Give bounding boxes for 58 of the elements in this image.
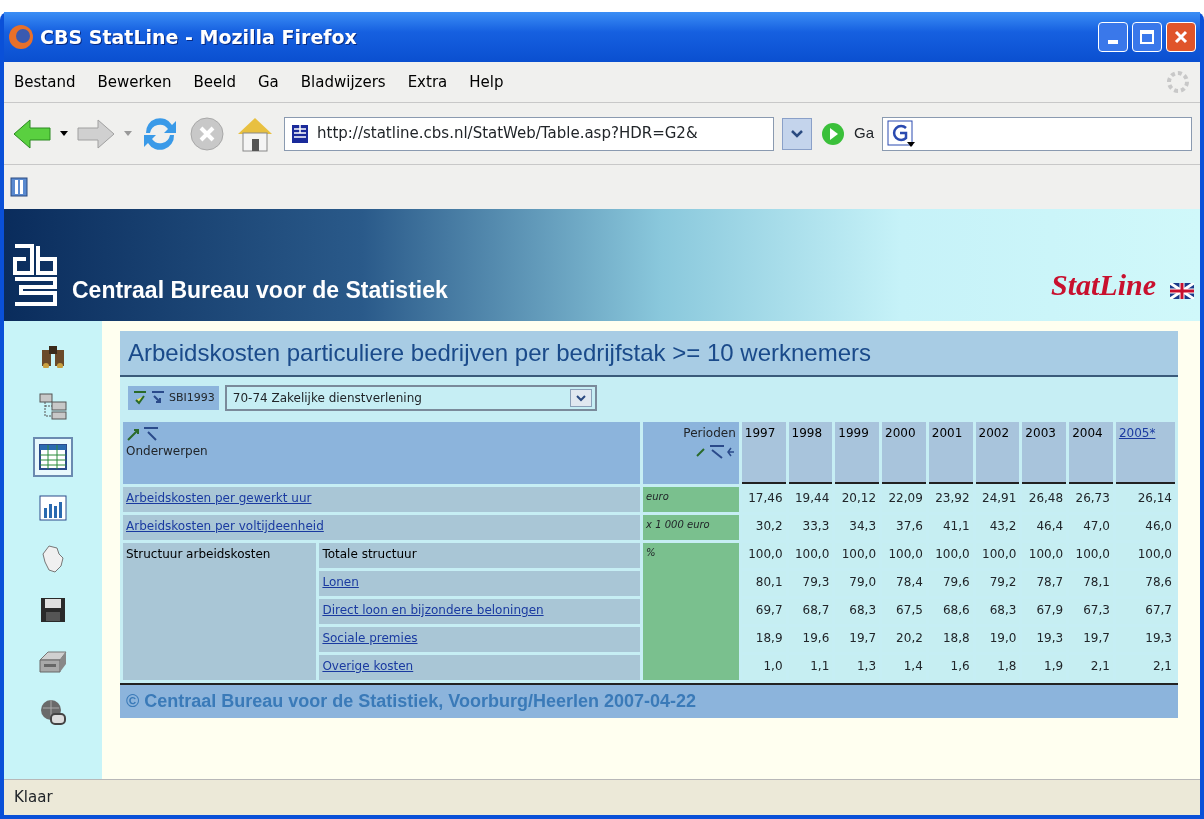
- year-header: 2004: [1072, 426, 1103, 440]
- stop-icon[interactable]: [188, 114, 226, 153]
- throbber-icon: [1166, 70, 1190, 94]
- row-link[interactable]: Sociale premies: [322, 631, 418, 645]
- year-header: 2002: [978, 426, 1010, 440]
- row-label: Totale structuur: [322, 547, 417, 561]
- unit-label: %: [646, 547, 656, 558]
- maximize-icon: [1139, 29, 1155, 45]
- year-header: 2000: [885, 426, 916, 440]
- group-label: Structuur arbeidskosten: [126, 547, 271, 561]
- minimize-icon: [1108, 40, 1118, 44]
- menu-item[interactable]: Bewerken: [97, 70, 172, 94]
- menu-item[interactable]: Beeld: [193, 70, 236, 94]
- row-link[interactable]: Lonen: [322, 575, 359, 589]
- firefox-icon: [8, 24, 34, 50]
- close-button[interactable]: [1166, 22, 1196, 52]
- footer-text: © Centraal Bureau voor de Statistiek, Voorburg/Heerlen 2007-04-22: [120, 683, 1178, 718]
- year-header: 2001: [931, 426, 963, 440]
- year-header: 1998: [791, 426, 823, 440]
- caret-icon[interactable]: [60, 130, 68, 137]
- year-link[interactable]: 2005*: [1118, 426, 1156, 440]
- status-text: Klaar: [14, 787, 53, 809]
- minimize-button[interactable]: [1098, 22, 1128, 52]
- site-icon: [291, 123, 309, 144]
- chevron-icon: [791, 129, 803, 138]
- pivot-icon: [132, 390, 166, 406]
- table-icon[interactable]: [33, 437, 73, 477]
- row-header: Onderwerpen: [126, 444, 208, 458]
- bookmarks-icon[interactable]: [10, 177, 28, 197]
- dimension-select[interactable]: 70-74 Zakelijke dienstverlening: [224, 385, 597, 411]
- close-icon: [1173, 29, 1189, 45]
- logo-icon: [12, 243, 58, 307]
- window-title: CBS StatLine - Mozilla Firefox: [40, 24, 357, 50]
- flag-icon[interactable]: [1170, 283, 1194, 299]
- year-header: 1997: [744, 426, 776, 440]
- column-header: Perioden: [683, 426, 736, 440]
- play-icon: [820, 120, 846, 147]
- menu-item[interactable]: Bladwijzers: [300, 70, 386, 94]
- maximize-button[interactable]: [1132, 22, 1162, 52]
- chevron-icon: [575, 394, 586, 402]
- menu-item[interactable]: Bestand: [14, 70, 76, 94]
- menu-item[interactable]: Extra: [407, 70, 448, 94]
- brand-logo: StatLine: [1051, 267, 1156, 303]
- search-engine-icon: [887, 119, 917, 148]
- year-header: 1999: [838, 426, 869, 440]
- go-button[interactable]: Ga: [820, 120, 874, 147]
- menu-item[interactable]: Ga: [257, 70, 279, 94]
- address-field[interactable]: http://statline.cbs.nl/StatWeb/Table.asp?HDR=G2&: [284, 116, 774, 151]
- year-header: 2003: [1025, 426, 1056, 440]
- table-title: Arbeidskosten particuliere bedrijven per bedrijfstak >= 10 werknemers: [120, 331, 1178, 377]
- menu-item[interactable]: Help: [469, 70, 504, 94]
- organization-name: Centraal Bureau voor de Statistiek: [72, 275, 448, 305]
- row-link[interactable]: Overige kosten: [322, 659, 414, 673]
- dimension-button[interactable]: SBI1993: [128, 385, 219, 411]
- unit-label: euro: [646, 491, 669, 502]
- dropdown-button[interactable]: [782, 117, 812, 150]
- unit-label: x 1 000 euro: [646, 519, 710, 530]
- search-field[interactable]: [882, 116, 1192, 151]
